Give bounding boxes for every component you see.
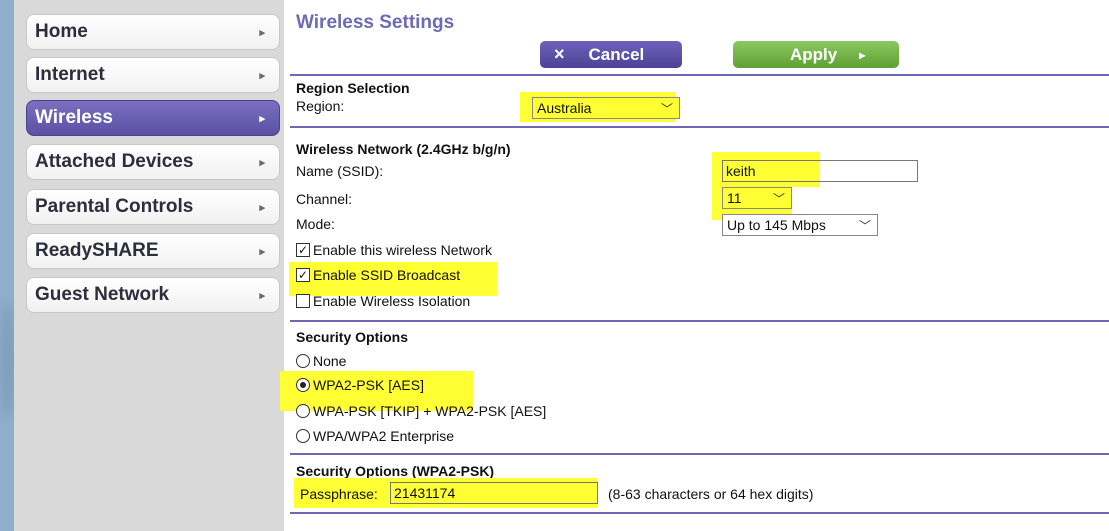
security-option-enterprise[interactable]: WPA/WPA2 Enterprise <box>296 428 454 444</box>
sidebar-item-parental-controls[interactable]: Parental Controls ▸ <box>26 189 280 225</box>
region-section-title: Region Selection <box>296 80 410 96</box>
wpa2-section-title: Security Options (WPA2-PSK) <box>296 463 495 479</box>
ssid-input[interactable]: keith <box>722 160 918 182</box>
divider <box>290 320 1109 322</box>
chevron-right-icon: ▸ <box>259 157 265 169</box>
security-option-none[interactable]: None <box>296 353 346 369</box>
sidebar-item-label: Guest Network <box>35 284 170 305</box>
security-section-title: Security Options <box>296 329 409 345</box>
chevron-right-icon: ▸ <box>259 290 265 302</box>
sidebar-nav: Home ▸ Internet ▸ Wireless ▸ Attached De… <box>14 0 284 531</box>
page-title: Wireless Settings <box>296 12 455 33</box>
passphrase-input[interactable]: 21431174 <box>390 482 598 504</box>
chevron-right-icon: ▸ <box>259 27 265 39</box>
chevron-right-icon: ▸ <box>259 246 265 258</box>
divider <box>290 512 1109 514</box>
enable-network-checkbox-row[interactable]: ✓ Enable this wireless Network <box>296 242 492 258</box>
checkbox-checked-icon[interactable]: ✓ <box>296 268 310 282</box>
sidebar-item-label: Parental Controls <box>35 196 194 217</box>
radio-unselected-icon[interactable] <box>296 404 310 418</box>
region-select-value: Australia <box>537 100 592 116</box>
region-select[interactable]: Australia ﹀ <box>532 97 680 119</box>
sidebar-item-attached-devices[interactable]: Attached Devices ▸ <box>26 144 280 180</box>
channel-label: Channel: <box>296 191 353 207</box>
sidebar-item-readyshare[interactable]: ReadySHARE ▸ <box>26 233 280 269</box>
passphrase-label: Passphrase: <box>300 486 378 502</box>
channel-select[interactable]: 11 ﹀ <box>722 187 792 209</box>
chevron-right-icon: ▸ <box>259 113 265 125</box>
checkbox-unchecked-icon[interactable] <box>296 294 310 308</box>
sidebar-item-label: Home <box>35 21 88 42</box>
security-option-label: WPA-PSK [TKIP] + WPA2-PSK [AES] <box>313 403 547 419</box>
sidebar-item-wireless[interactable]: Wireless ▸ <box>26 100 280 136</box>
chevron-down-icon: ﹀ <box>772 192 785 206</box>
security-option-label: WPA2-PSK [AES] <box>313 377 424 393</box>
divider <box>290 453 1109 455</box>
chevron-right-icon: ▸ <box>259 70 265 82</box>
sidebar-item-label: Attached Devices <box>35 151 194 172</box>
chevron-down-icon: ﹀ <box>858 219 871 233</box>
mode-select-value: Up to 145 Mbps <box>727 217 826 233</box>
sidebar-item-guest-network[interactable]: Guest Network ▸ <box>26 277 280 313</box>
channel-select-value: 11 <box>727 190 742 206</box>
passphrase-hint: (8-63 characters or 64 hex digits) <box>608 486 814 502</box>
passphrase-input-value: 21431174 <box>394 485 456 501</box>
security-option-wpa-wpa2-mixed[interactable]: WPA-PSK [TKIP] + WPA2-PSK [AES] <box>296 403 546 419</box>
radio-unselected-icon[interactable] <box>296 429 310 443</box>
mode-label: Mode: <box>296 216 335 232</box>
cancel-button-label: Cancel <box>588 44 645 64</box>
security-option-label: WPA/WPA2 Enterprise <box>313 428 455 444</box>
sidebar-item-label: Wireless <box>35 107 113 128</box>
apply-button[interactable]: Apply ▸ <box>733 41 899 68</box>
sidebar-item-home[interactable]: Home ▸ <box>26 14 280 50</box>
security-option-label: None <box>313 353 347 369</box>
divider <box>290 126 1109 128</box>
play-arrow-icon: ▸ <box>859 47 866 62</box>
close-icon: × <box>554 44 565 64</box>
radio-selected-icon[interactable] <box>296 378 310 392</box>
ssid-broadcast-checkbox-row[interactable]: ✓ Enable SSID Broadcast <box>296 267 460 283</box>
ssid-label: Name (SSID): <box>296 163 384 179</box>
wireless-network-section-title: Wireless Network (2.4GHz b/g/n) <box>296 141 511 157</box>
ssid-input-value: keith <box>726 163 756 179</box>
sidebar-item-label: ReadySHARE <box>35 240 159 261</box>
main-panel: Wireless Settings × Cancel Apply ▸ Regio… <box>280 0 1109 531</box>
chevron-down-icon: ﹀ <box>660 102 673 116</box>
ssid-broadcast-label: Enable SSID Broadcast <box>313 267 461 283</box>
divider <box>290 74 1109 76</box>
sidebar-item-internet[interactable]: Internet ▸ <box>26 57 280 93</box>
mode-select[interactable]: Up to 145 Mbps ﹀ <box>722 214 878 236</box>
isolation-checkbox-row[interactable]: Enable Wireless Isolation <box>296 293 470 309</box>
radio-unselected-icon[interactable] <box>296 354 310 368</box>
chevron-right-icon: ▸ <box>259 202 265 214</box>
security-option-wpa2-psk[interactable]: WPA2-PSK [AES] <box>296 377 424 393</box>
region-label: Region: <box>296 98 345 114</box>
enable-network-label: Enable this wireless Network <box>313 242 492 258</box>
checkbox-checked-icon[interactable]: ✓ <box>296 243 310 257</box>
cancel-button[interactable]: × Cancel <box>540 41 682 68</box>
isolation-label: Enable Wireless Isolation <box>313 293 471 309</box>
apply-button-label: Apply <box>790 44 838 64</box>
sidebar-item-label: Internet <box>35 64 105 85</box>
